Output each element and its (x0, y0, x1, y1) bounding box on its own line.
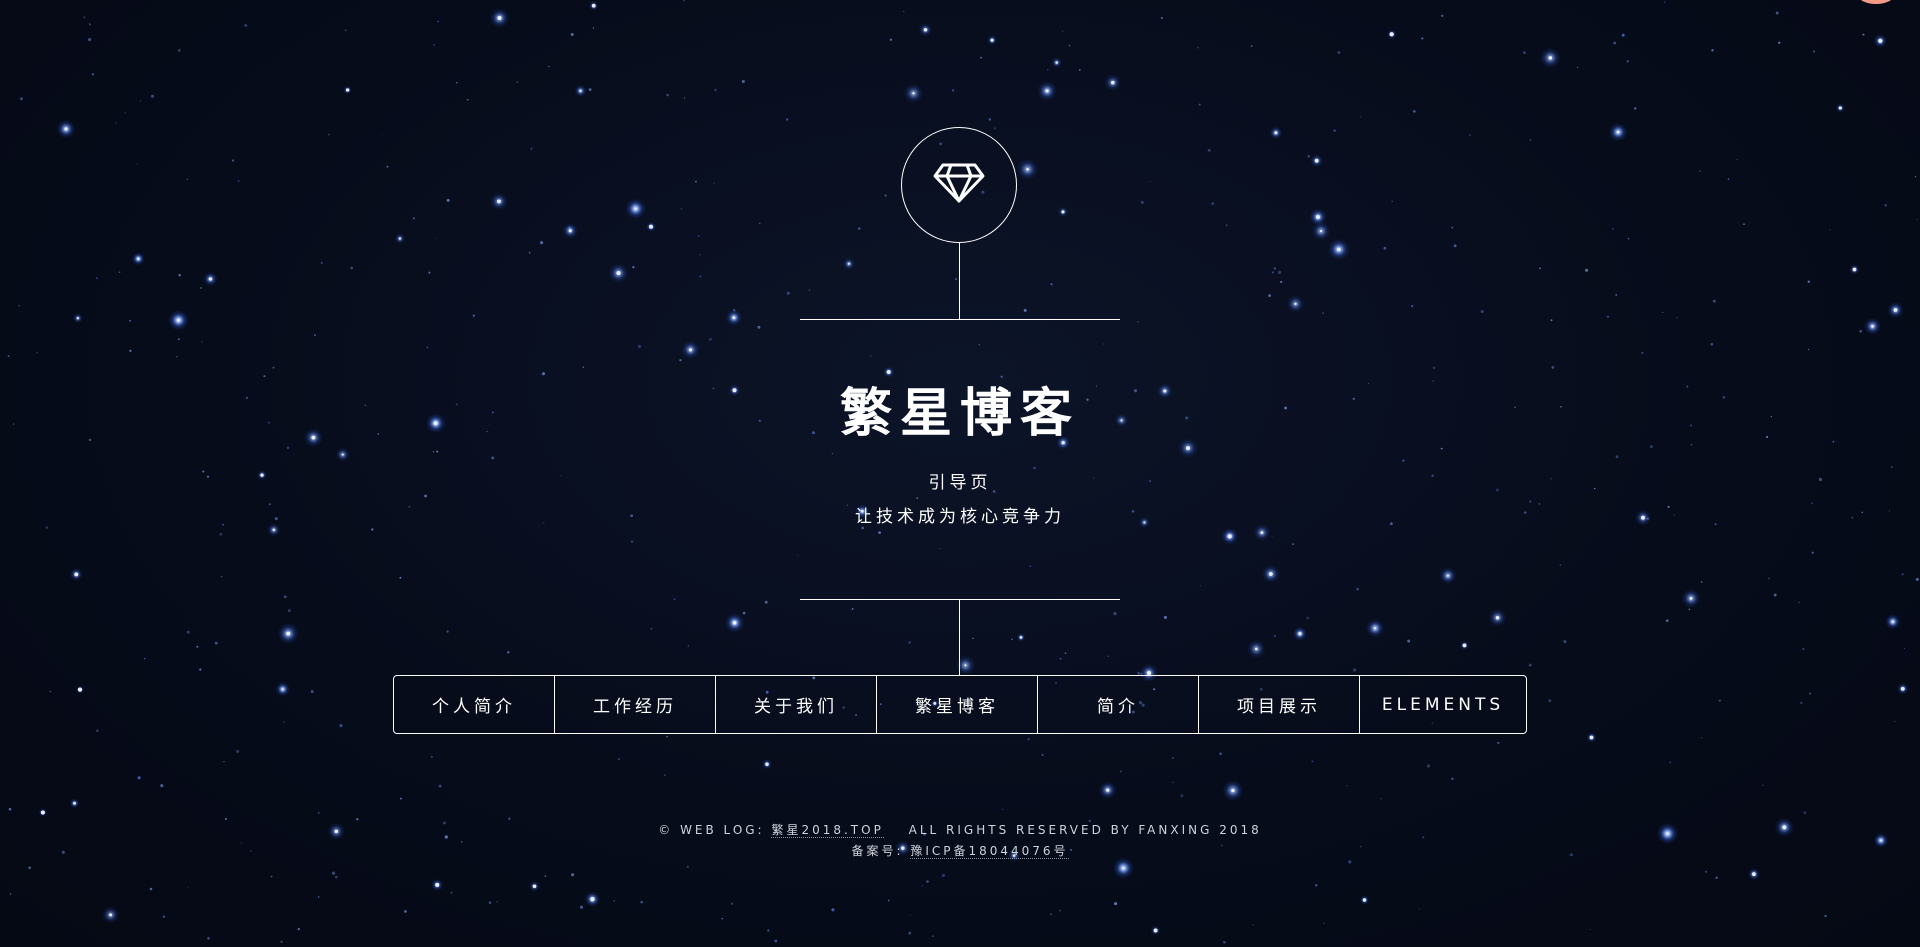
logo-badge (901, 127, 1017, 243)
nav-item-projects[interactable]: 项目展示 (1199, 676, 1360, 733)
diamond-icon (933, 162, 985, 208)
footer-icp: 备案号: 豫ICP备18044076号 (0, 842, 1920, 860)
page-subtitle: 引导页 (928, 473, 992, 493)
icp-link[interactable]: 豫ICP备18044076号 (910, 844, 1069, 859)
site-tagline: 让技术成为核心竞争力 (855, 507, 1065, 527)
nav-item-about-us[interactable]: 关于我们 (716, 676, 877, 733)
main-nav: 个人简介 工作经历 关于我们 繁星博客 简介 项目展示 ELEMENTS (393, 675, 1527, 734)
copyright-prefix: © WEB LOG: (658, 823, 765, 837)
nav-item-elements[interactable]: ELEMENTS (1360, 676, 1526, 733)
nav-item-intro[interactable]: 简介 (1038, 676, 1199, 733)
site-title: 繁星博客 (839, 384, 1080, 444)
site-link[interactable]: 繁星2018.TOP (771, 823, 884, 838)
rights-text: ALL RIGHTS RESERVED BY FANXING 2018 (908, 823, 1262, 837)
connector-line-top (959, 243, 960, 319)
icp-label: 备案号: (851, 844, 904, 858)
divider-bottom (800, 599, 1120, 600)
footer-copyright: © WEB LOG: 繁星2018.TOP ALL RIGHTS RESERVE… (0, 821, 1920, 839)
nav-item-profile[interactable]: 个人简介 (394, 676, 555, 733)
connector-line-bottom (959, 599, 960, 675)
divider-top (800, 319, 1120, 320)
nav-item-blog[interactable]: 繁星博客 (877, 676, 1038, 733)
landing-header: 繁星博客 引导页 让技术成为核心竞争力 (0, 0, 1920, 947)
nav-item-work-experience[interactable]: 工作经历 (555, 676, 716, 733)
